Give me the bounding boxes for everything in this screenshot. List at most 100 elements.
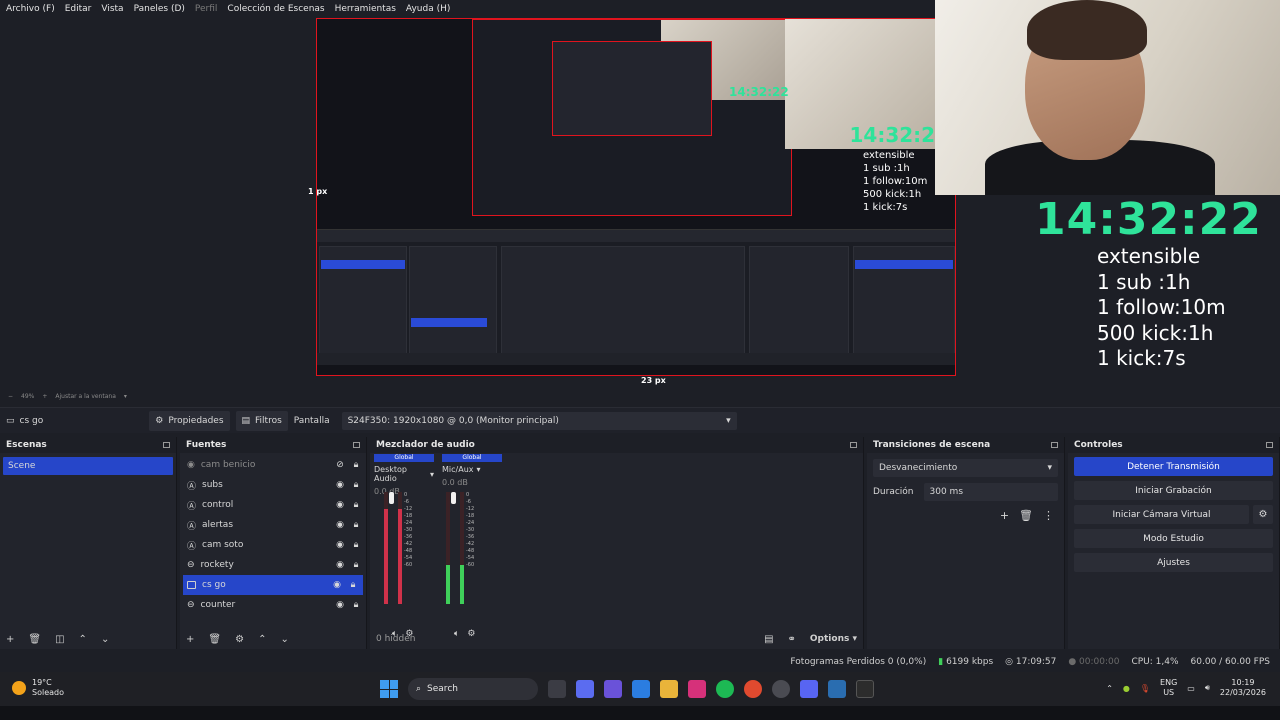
studio-mode-button[interactable]: Modo Estudio bbox=[1074, 529, 1273, 548]
obs-icon[interactable] bbox=[772, 680, 790, 698]
filter-icon[interactable]: ◫ bbox=[55, 634, 64, 645]
link-icon[interactable]: ⚭ bbox=[788, 634, 796, 645]
menu-ayuda[interactable]: Ayuda (H) bbox=[406, 4, 450, 14]
source-item[interactable]: Ⓐ alertas ◉ 🔒︎ bbox=[180, 515, 366, 535]
lock-icon[interactable]: 🔒︎ bbox=[351, 560, 361, 570]
filters-button[interactable]: ▤ Filtros bbox=[235, 410, 288, 431]
eye-icon[interactable]: ◉ bbox=[335, 600, 345, 610]
arrow-up-icon[interactable]: ⌃ bbox=[79, 634, 87, 645]
properties-button[interactable]: ⚙ Propiedades bbox=[149, 410, 230, 431]
chrome-icon[interactable] bbox=[744, 680, 762, 698]
menu-vista[interactable]: Vista bbox=[101, 4, 123, 14]
eye-icon[interactable]: ◉ bbox=[335, 500, 345, 510]
discord-icon[interactable] bbox=[800, 680, 818, 698]
eye-icon[interactable]: ◉ bbox=[335, 540, 345, 550]
more-icon[interactable]: ⋮ bbox=[1043, 509, 1054, 522]
shield-icon[interactable] bbox=[828, 680, 846, 698]
store-icon[interactable] bbox=[632, 680, 650, 698]
windows-start-icon[interactable] bbox=[380, 680, 398, 698]
scene-item[interactable]: Scene bbox=[3, 457, 173, 475]
start-recording-button[interactable]: Iniciar Grabación bbox=[1074, 481, 1273, 500]
popout-icon[interactable] bbox=[1266, 442, 1273, 448]
preview-canvas[interactable]: 14:32:22 14:32:22 extensible 1 sub :1h 1… bbox=[316, 18, 956, 376]
source-item[interactable]: Ⓐ control ◉ 🔒︎ bbox=[180, 495, 366, 515]
lock-icon[interactable]: 🔒︎ bbox=[351, 480, 361, 490]
lock-icon[interactable]: 🔒︎ bbox=[351, 600, 361, 610]
chevron-down-icon[interactable]: ▾ bbox=[124, 393, 127, 400]
stop-streaming-button[interactable]: Detener Transmisión bbox=[1074, 457, 1273, 476]
menu-perfil[interactable]: Perfil bbox=[195, 4, 218, 14]
spotify-icon[interactable] bbox=[716, 680, 734, 698]
trash-icon[interactable]: 🗑 bbox=[1019, 509, 1033, 522]
channel-name: Desktop Audio bbox=[374, 465, 407, 483]
zoom-out-icon[interactable]: − bbox=[8, 393, 13, 400]
eye-icon[interactable]: ◉ bbox=[335, 520, 345, 530]
chevron-up-icon[interactable]: ⌃ bbox=[1106, 684, 1113, 693]
zoom-level: 49% bbox=[21, 392, 35, 400]
fit-window-label[interactable]: Ajustar a la ventana bbox=[55, 393, 116, 400]
teams-icon[interactable] bbox=[604, 680, 622, 698]
popout-icon[interactable] bbox=[163, 442, 170, 448]
volume-slider[interactable] bbox=[389, 492, 394, 504]
source-item-selected[interactable]: cs go ◉ 🔒︎ bbox=[183, 575, 363, 595]
add-icon[interactable]: + bbox=[1000, 509, 1009, 522]
lock-icon[interactable]: 🔒︎ bbox=[351, 460, 361, 470]
arrow-down-icon[interactable]: ⌄ bbox=[280, 634, 288, 645]
start-virtual-camera-button[interactable]: Iniciar Cámara Virtual bbox=[1074, 505, 1249, 524]
instagram-icon[interactable] bbox=[688, 680, 706, 698]
arrow-down-icon[interactable]: ⌄ bbox=[101, 634, 109, 645]
source-item[interactable]: ⊖ rockety ◉ 🔒︎ bbox=[180, 555, 366, 575]
eye-off-icon[interactable]: ⊘ bbox=[335, 460, 345, 470]
popout-icon[interactable] bbox=[353, 442, 360, 448]
taskbar-search[interactable]: ⌕ Search bbox=[408, 678, 538, 700]
source-item[interactable]: ⊖ counter ◉ 🔒︎ bbox=[180, 595, 366, 615]
eye-icon[interactable]: ◉ bbox=[332, 580, 342, 590]
folder-icon[interactable] bbox=[660, 680, 678, 698]
trash-icon[interactable]: 🗑 bbox=[28, 634, 41, 645]
source-item[interactable]: Ⓐ cam soto ◉ 🔒︎ bbox=[180, 535, 366, 555]
channel-name-row[interactable]: Mic/Aux ▾ bbox=[442, 465, 502, 474]
clock[interactable]: 10:19 22/03/2026 bbox=[1220, 678, 1266, 698]
chevron-down-icon: ▾ bbox=[1047, 463, 1052, 473]
gear-icon[interactable]: ⚙ bbox=[1253, 505, 1273, 524]
popout-icon[interactable] bbox=[850, 442, 857, 448]
menu-coleccion-escenas[interactable]: Colección de Escenas bbox=[227, 4, 324, 14]
popout-icon[interactable] bbox=[1051, 442, 1058, 448]
menu-herramientas[interactable]: Herramientas bbox=[335, 4, 396, 14]
weather-widget[interactable]: 19°C Soleado bbox=[12, 678, 64, 698]
source-item[interactable]: Ⓐ subs ◉ 🔒︎ bbox=[180, 475, 366, 495]
add-icon[interactable]: + bbox=[186, 634, 194, 645]
lock-icon[interactable]: 🔒︎ bbox=[351, 540, 361, 550]
trash-icon[interactable]: 🗑 bbox=[208, 634, 221, 645]
transition-select[interactable]: Desvanecimiento ▾ bbox=[873, 459, 1058, 477]
copilot-icon[interactable] bbox=[576, 680, 594, 698]
scenes-footer: + 🗑 ◫ ⌃ ⌄ bbox=[0, 629, 176, 649]
layout-icon[interactable]: ▤ bbox=[764, 634, 773, 645]
display-select[interactable]: S24F350: 1920x1080 @ 0,0 (Monitor princi… bbox=[341, 411, 737, 430]
language-indicator[interactable]: ENG US bbox=[1160, 678, 1177, 698]
settings-button[interactable]: Ajustes bbox=[1074, 553, 1273, 572]
eye-icon[interactable]: ◉ bbox=[335, 480, 345, 490]
volume-slider[interactable] bbox=[451, 492, 456, 504]
gear-icon[interactable]: ⚙ bbox=[235, 634, 244, 645]
lock-icon[interactable]: 🔒︎ bbox=[348, 580, 358, 590]
lock-icon[interactable]: 🔒︎ bbox=[351, 520, 361, 530]
options-button[interactable]: Options ▾ bbox=[810, 634, 857, 644]
lock-icon[interactable]: 🔒︎ bbox=[351, 500, 361, 510]
tray-app-icon[interactable]: ● bbox=[1123, 684, 1130, 693]
mic-icon[interactable]: 🎙︎ bbox=[1140, 684, 1150, 693]
epic-games-icon[interactable] bbox=[856, 680, 874, 698]
arrow-up-icon[interactable]: ⌃ bbox=[258, 634, 266, 645]
duration-input[interactable]: 300 ms bbox=[923, 483, 1058, 501]
menu-paneles[interactable]: Paneles (D) bbox=[134, 4, 185, 14]
task-view-icon[interactable] bbox=[548, 680, 566, 698]
volume-icon[interactable]: 🔊︎ bbox=[1205, 683, 1210, 693]
source-item[interactable]: ◉ cam benicio ⊘ 🔒︎ bbox=[180, 455, 366, 475]
zoom-in-icon[interactable]: + bbox=[42, 393, 47, 400]
display-icon[interactable]: ▭ bbox=[1187, 684, 1195, 693]
menu-archivo[interactable]: Archivo (F) bbox=[6, 4, 55, 14]
menu-editar[interactable]: Editar bbox=[65, 4, 92, 14]
add-icon[interactable]: + bbox=[6, 634, 14, 645]
channel-name-row[interactable]: Desktop Audio ▾ bbox=[374, 465, 434, 483]
eye-icon[interactable]: ◉ bbox=[335, 560, 345, 570]
